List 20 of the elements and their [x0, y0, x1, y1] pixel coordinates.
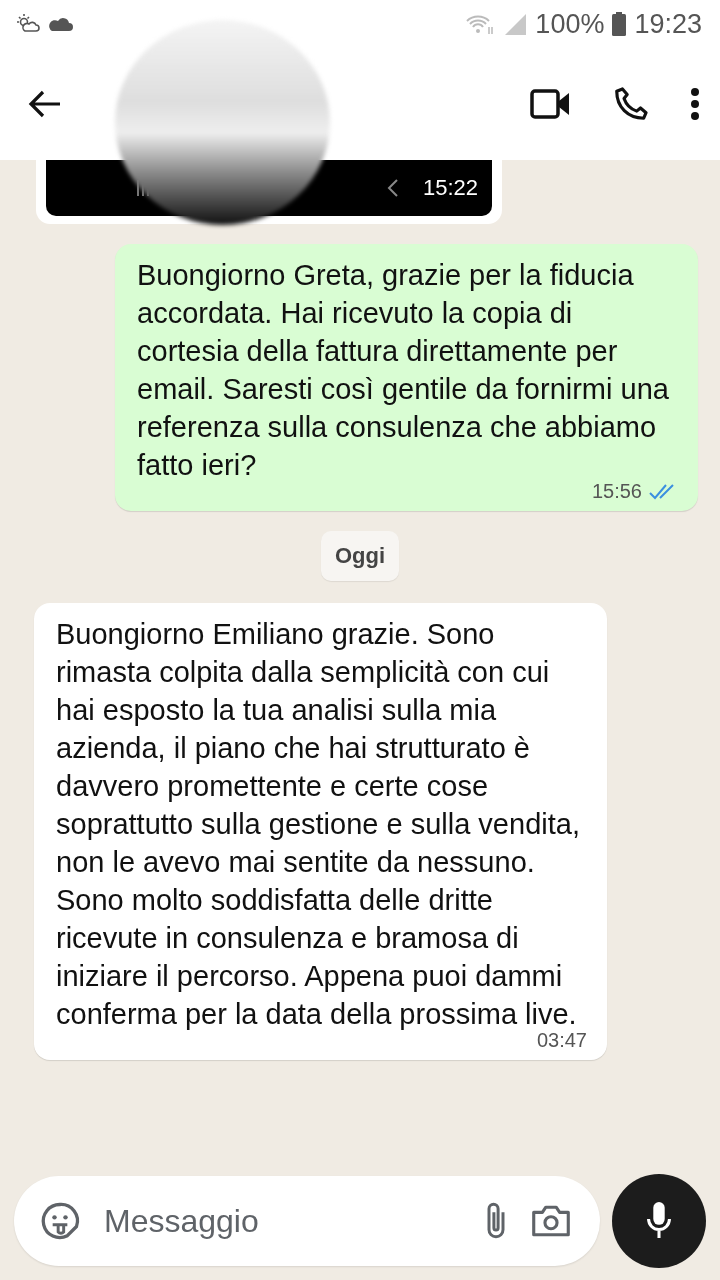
weather-icon [16, 13, 40, 35]
microphone-icon [645, 1202, 673, 1240]
message-text-input[interactable]: Messaggio [102, 1201, 462, 1241]
message-text: Buongiorno Emiliano grazie. Sono rimasta colpita dalla semplicità con cui hai esposto la tua analisi sulla mia azienda, il piano che hai strutturato è davvero promettente e certe cose soprattutto sulla gestione e sulla vendita, non le avevo mai sentite da nessuno. Sono molto soddisfatta delle dritte ricevute in consulenza e bramosa di iniziare il percorso. Appena puoi dammi conferma per la data della prossima live. [56, 617, 581, 1032]
cloud-icon [48, 15, 74, 33]
battery-icon [612, 12, 627, 36]
battery-percent: 100% [535, 8, 605, 40]
message-time: 15:56 [591, 480, 642, 503]
message-bubble[interactable] [115, 244, 698, 511]
message-text: Buongiorno Greta, grazie per la fiducia accordata. Hai ricevuto la copia di cortesia della fattura direttamente per email. Saresti così gentile da fornirmi una referenza sulla consulenza che abbiamo fatto ieri? [137, 258, 670, 483]
more-dots-icon [690, 87, 700, 121]
signal-icon [503, 12, 528, 36]
chevron-left-icon [386, 178, 399, 198]
date-chip: Oggi [320, 531, 400, 581]
message-input-field[interactable]: Messaggio [14, 1176, 600, 1266]
message-time: 03:47 [536, 1029, 587, 1052]
message-bubble[interactable] [34, 603, 607, 1060]
clock: 19:23 [634, 8, 702, 40]
message-time: 15:22 [422, 175, 478, 201]
wifi-icon [465, 13, 496, 35]
